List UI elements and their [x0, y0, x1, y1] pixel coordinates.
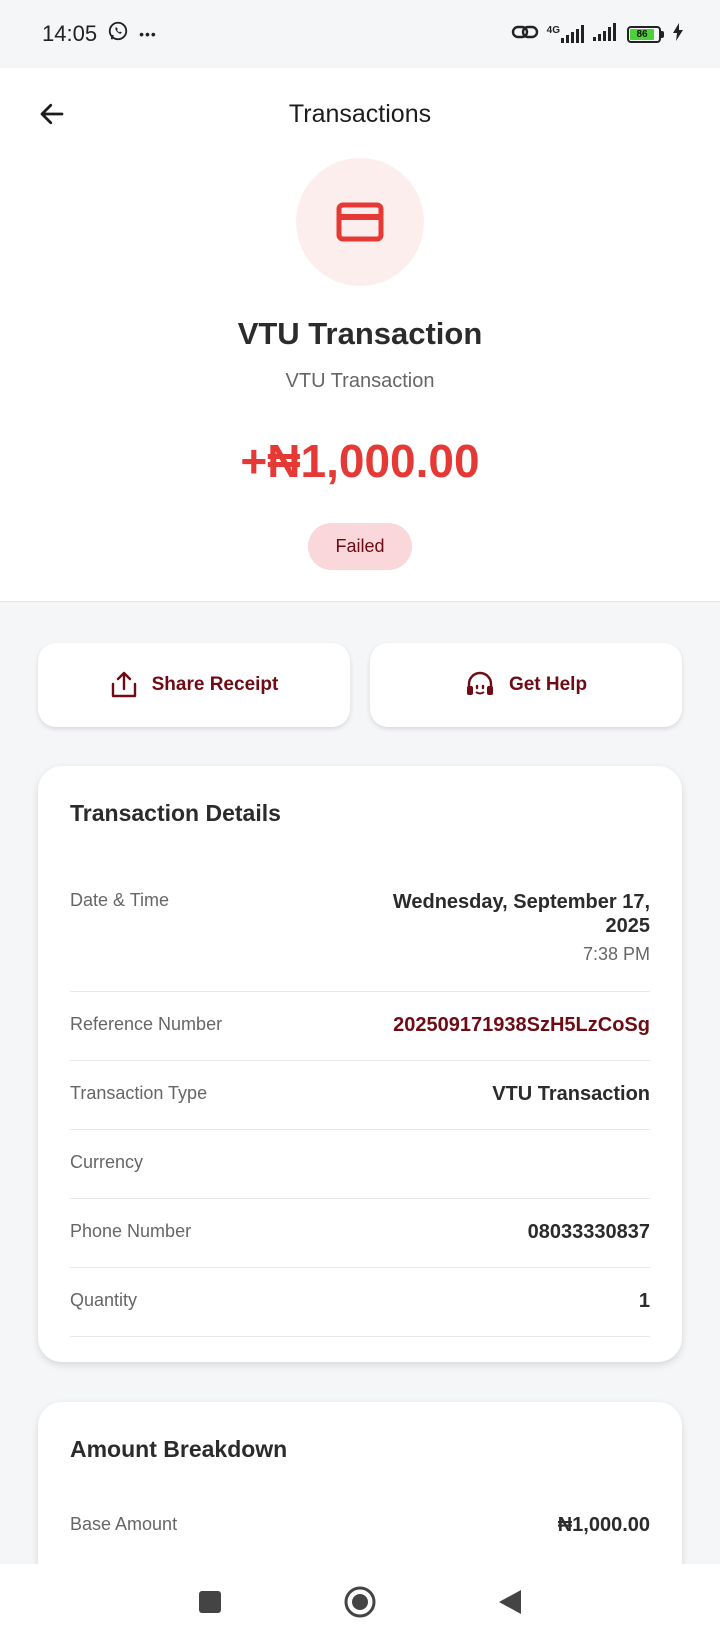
quantity-label: Quantity	[70, 1290, 138, 1310]
battery-level: 86	[630, 28, 655, 40]
circle-icon	[344, 1586, 376, 1618]
back-nav-button[interactable]	[490, 1582, 530, 1622]
recent-apps-button[interactable]	[190, 1582, 230, 1622]
transaction-details-card: Transaction Details Date & Time Wednesda…	[38, 766, 682, 1362]
phone-number-value: 08033330837	[527, 1221, 650, 1243]
transaction-type-label: Transaction Type	[70, 1083, 208, 1103]
reference-number-value[interactable]: 202509171938SzH5LzCoSg	[393, 1014, 650, 1060]
detail-row-reference: Reference Number 202509171938SzH5LzCoSg	[70, 992, 650, 1061]
whatsapp-icon	[107, 20, 129, 48]
status-bar-left: 14:05 •••	[42, 20, 157, 48]
transaction-summary: Transactions VTU Transaction VTU Transac…	[0, 68, 720, 602]
breakdown-row-base: Base Amount ₦1,000.00	[70, 1506, 650, 1537]
quantity-value: 1	[638, 1290, 650, 1312]
share-receipt-button[interactable]: Share Receipt	[38, 643, 350, 727]
home-button[interactable]	[340, 1582, 380, 1622]
mobile-signal-4g-icon: 4G	[547, 25, 585, 43]
get-help-button[interactable]: Get Help	[370, 643, 682, 727]
base-amount-label: Base Amount	[70, 1514, 178, 1534]
detail-row-type: Transaction Type VTU Transaction	[70, 1061, 650, 1130]
system-navigation-bar	[0, 1564, 720, 1640]
back-button[interactable]	[28, 90, 76, 138]
date-time-label: Date & Time	[70, 890, 170, 910]
triangle-back-icon	[499, 1590, 521, 1614]
square-icon	[199, 1591, 221, 1613]
amount-breakdown-title: Amount Breakdown	[70, 1436, 288, 1462]
time-value: 7:38 PM	[582, 944, 650, 964]
status-badge: Failed	[308, 523, 412, 570]
more-notifications-icon: •••	[139, 26, 157, 42]
network-type-label: 4G	[546, 25, 560, 36]
status-time: 14:05	[42, 21, 98, 46]
get-help-label: Get Help	[508, 674, 588, 695]
app-bar: Transactions	[0, 68, 720, 160]
transaction-type-value: VTU Transaction	[492, 1083, 650, 1105]
transaction-title: VTU Transaction	[237, 316, 483, 351]
page-title: Transactions	[288, 99, 432, 128]
transaction-subtitle: VTU Transaction	[285, 370, 435, 392]
action-buttons: Share Receipt Get Help	[38, 643, 682, 727]
signal-strength-icon	[593, 22, 619, 46]
phone-number-label: Phone Number	[70, 1221, 192, 1241]
battery-icon: 86	[627, 25, 664, 43]
reference-number-label: Reference Number	[70, 1014, 223, 1034]
status-bar: 14:05 ••• 4G 86	[0, 0, 720, 68]
share-receipt-label: Share Receipt	[151, 674, 279, 695]
headset-icon	[466, 671, 493, 695]
share-icon	[111, 671, 136, 698]
base-amount-value: ₦1,000.00	[557, 1514, 650, 1536]
transaction-details-title: Transaction Details	[70, 800, 281, 826]
link-icon	[511, 22, 539, 47]
status-bar-right: 4G 86	[511, 22, 684, 47]
detail-row-currency: Currency	[70, 1130, 650, 1199]
charging-icon	[672, 22, 684, 46]
credit-card-icon	[336, 202, 384, 242]
date-value: Wednesday, September 17, 2025	[392, 891, 650, 937]
currency-label: Currency	[70, 1152, 144, 1172]
transaction-amount: +₦1,000.00	[240, 435, 480, 487]
detail-row-phone: Phone Number 08033330837	[70, 1199, 650, 1268]
arrow-left-icon	[40, 103, 64, 125]
detail-row-quantity: Quantity 1	[70, 1268, 650, 1337]
detail-row-date-time: Date & Time Wednesday, September 17, 202…	[70, 870, 650, 992]
transaction-icon-circle	[296, 158, 424, 286]
